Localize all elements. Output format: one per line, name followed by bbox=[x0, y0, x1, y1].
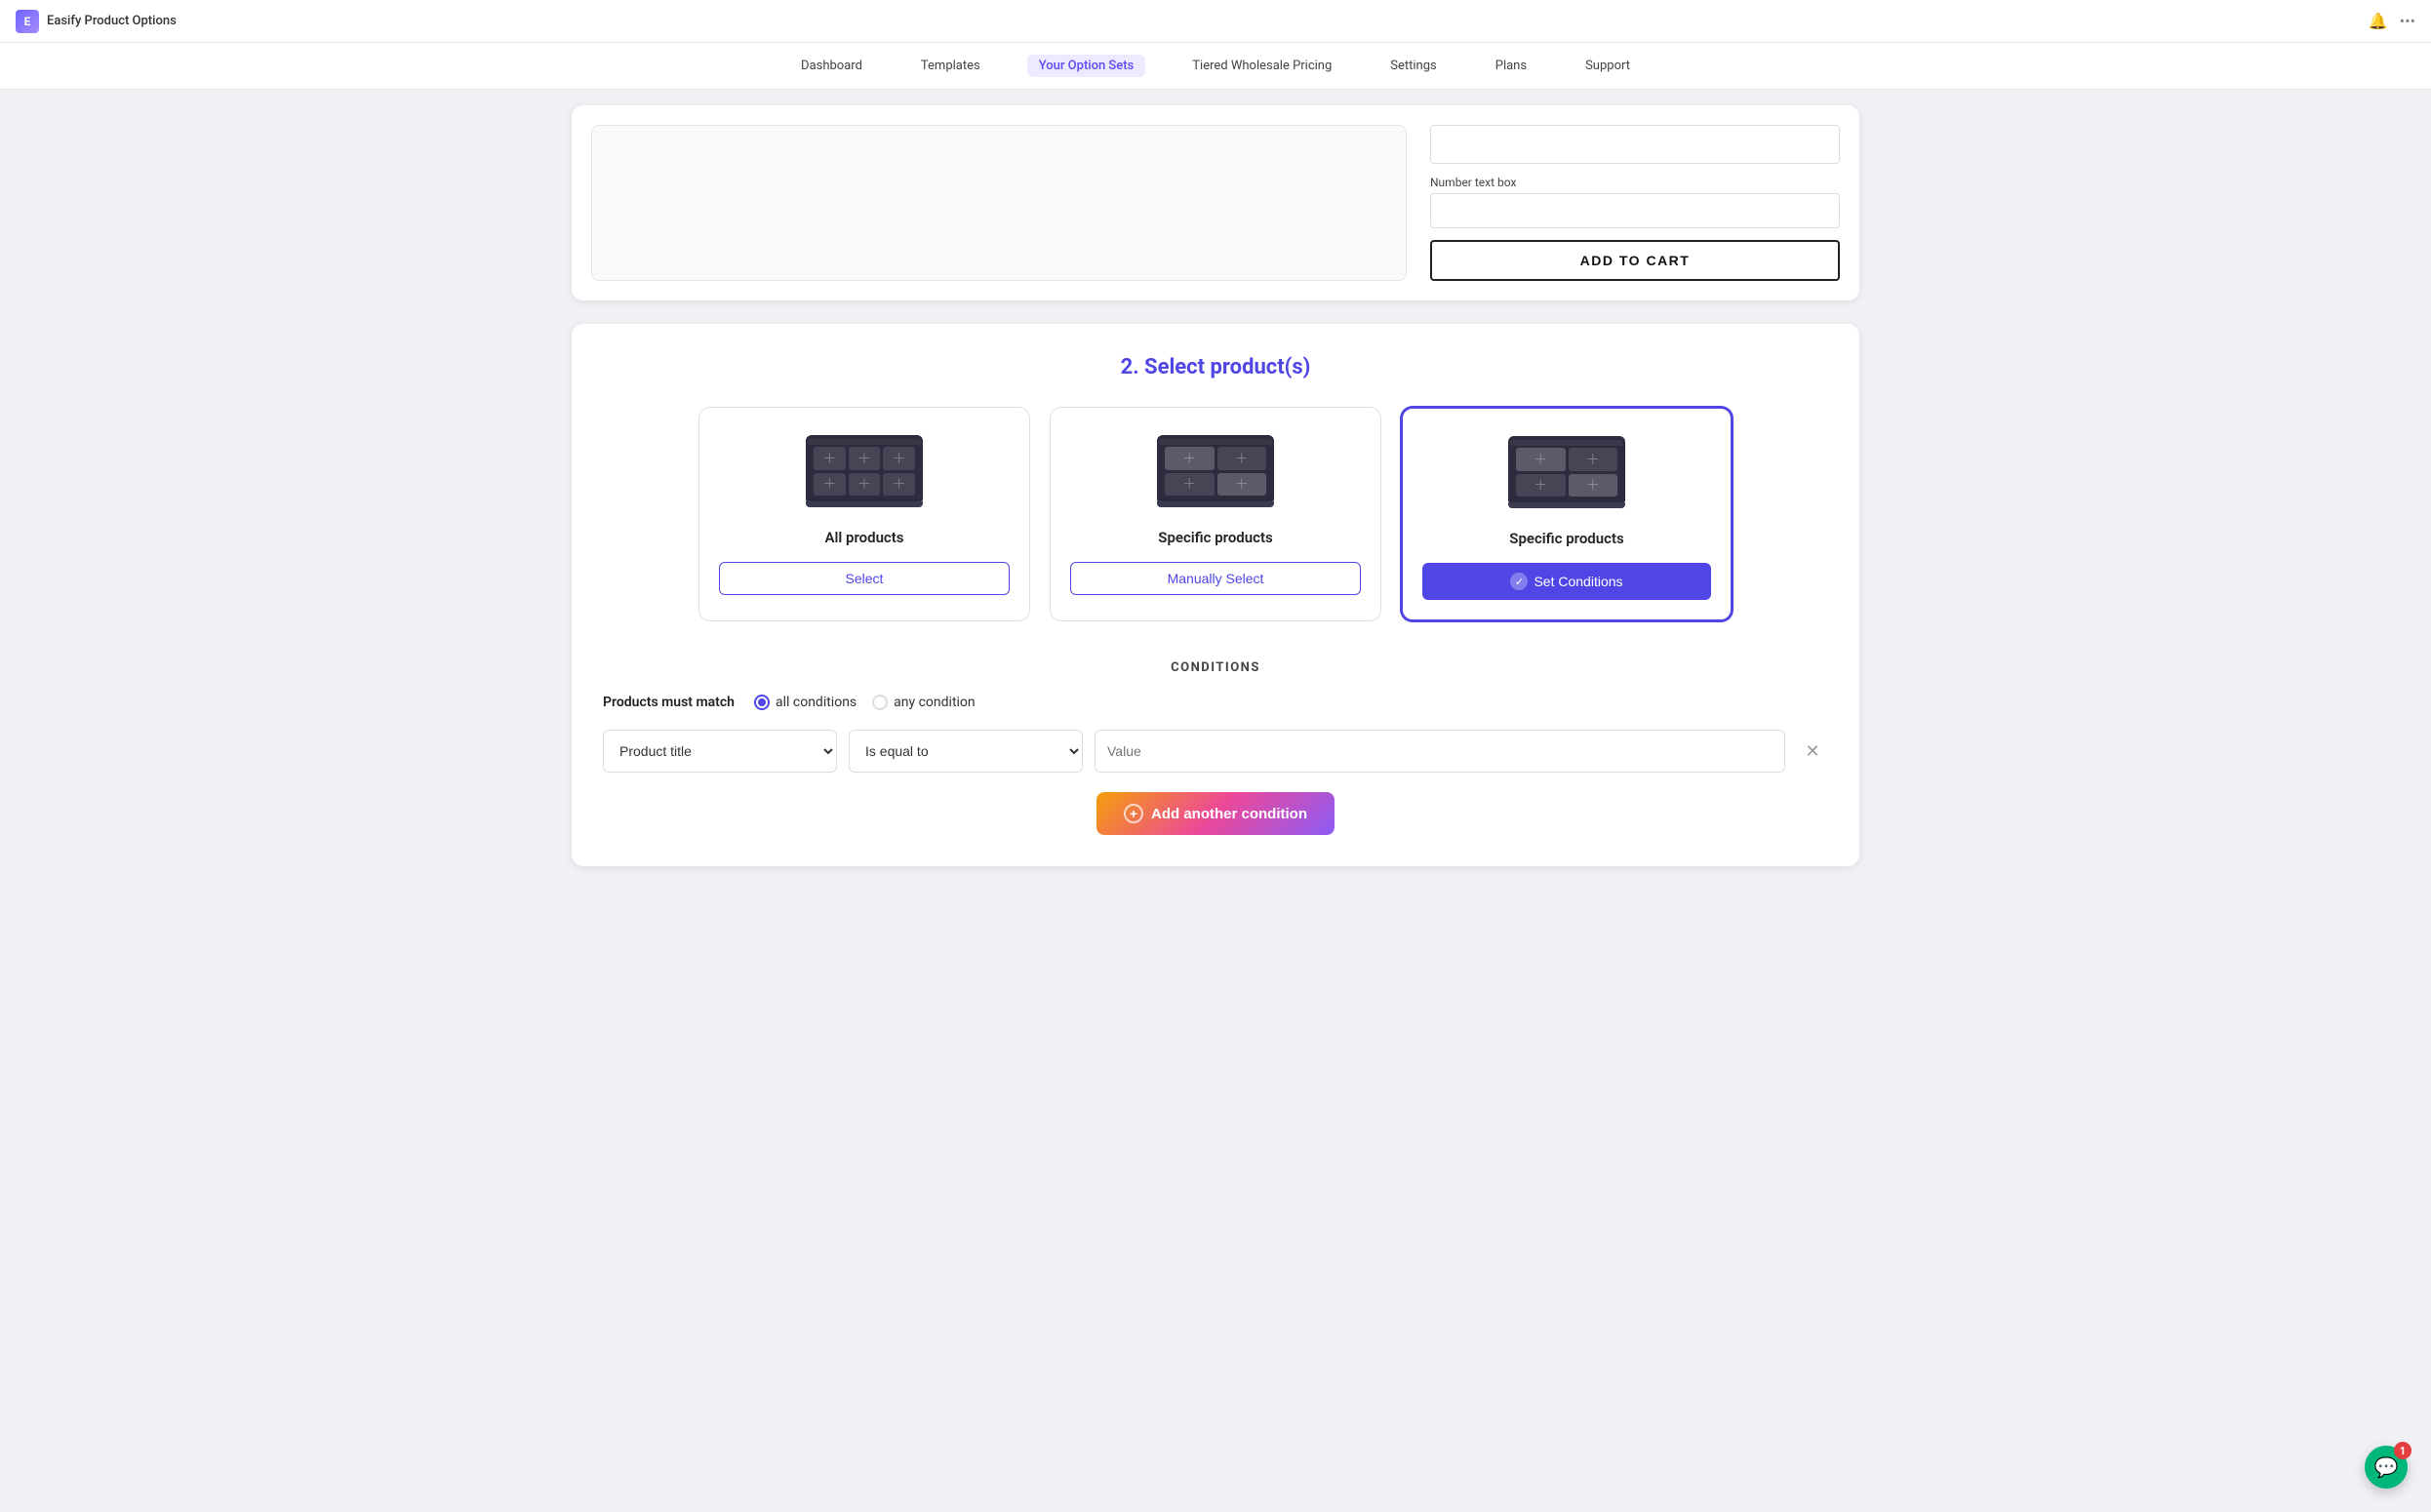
specific-conditions-label: Specific products bbox=[1509, 530, 1623, 547]
grid-cell: ＋ bbox=[849, 447, 881, 470]
radio-dot-any bbox=[872, 695, 888, 710]
nav-item-support[interactable]: Support bbox=[1574, 55, 1642, 77]
grid-cell: ＋ bbox=[1217, 473, 1267, 497]
nav-item-plans[interactable]: Plans bbox=[1484, 55, 1538, 77]
nav-item-tiered-pricing[interactable]: Tiered Wholesale Pricing bbox=[1180, 55, 1343, 77]
all-products-label: All products bbox=[824, 529, 903, 546]
all-products-illustration: ＋ ＋ ＋ ＋ ＋ ＋ bbox=[806, 435, 923, 513]
grid-cell: ＋ bbox=[814, 447, 846, 470]
condition-value-input[interactable] bbox=[1095, 730, 1785, 773]
match-label: Products must match bbox=[603, 695, 735, 710]
condition-operator-select[interactable]: Is equal to Is not equal to Contains Doe… bbox=[849, 730, 1083, 773]
grid-cell: ＋ bbox=[1217, 447, 1267, 470]
grid-cell: ＋ bbox=[1569, 448, 1618, 471]
manually-select-button[interactable]: Manually Select bbox=[1070, 562, 1361, 595]
conditions-header: CONDITIONS bbox=[603, 660, 1828, 675]
notification-icon[interactable]: 🔔 bbox=[2369, 12, 2388, 30]
nav-item-dashboard[interactable]: Dashboard bbox=[789, 55, 874, 77]
grid-cell: ＋ bbox=[883, 447, 915, 470]
grid-cell: ＋ bbox=[1569, 474, 1618, 497]
top-bar: E Easify Product Options 🔔 ••• bbox=[0, 0, 2431, 43]
app-icon: E bbox=[16, 10, 39, 33]
radio-group: all conditions any condition bbox=[754, 695, 976, 710]
chat-bubble[interactable]: 💬 1 bbox=[2365, 1446, 2408, 1489]
conditions-section: CONDITIONS Products must match all condi… bbox=[603, 660, 1828, 835]
preview-options: Number text box ADD TO CART bbox=[1430, 125, 1840, 281]
number-text-box-input[interactable] bbox=[1430, 193, 1840, 228]
app-branding: E Easify Product Options bbox=[16, 10, 177, 33]
set-conditions-button[interactable]: ✓ Set Conditions bbox=[1422, 563, 1711, 600]
nav-item-settings[interactable]: Settings bbox=[1378, 55, 1448, 77]
section-2-title: 2. Select product(s) bbox=[603, 355, 1828, 379]
specific-products-label: Specific products bbox=[1158, 529, 1272, 546]
laptop-base bbox=[1508, 502, 1625, 508]
app-title: Easify Product Options bbox=[47, 14, 177, 28]
preview-card: Number text box ADD TO CART bbox=[572, 105, 1859, 300]
main-nav: Dashboard Templates Your Option Sets Tie… bbox=[0, 43, 2431, 90]
chat-badge: 1 bbox=[2394, 1442, 2411, 1459]
grid-cell: ＋ bbox=[1516, 448, 1566, 471]
product-selection-options: ＋ ＋ ＋ ＋ ＋ ＋ All products Select bbox=[603, 407, 1828, 621]
radio-all-conditions[interactable]: all conditions bbox=[754, 695, 857, 710]
top-bar-actions: 🔔 ••• bbox=[2369, 12, 2415, 30]
nav-item-templates[interactable]: Templates bbox=[909, 55, 992, 77]
add-to-cart-button[interactable]: ADD TO CART bbox=[1430, 240, 1840, 281]
condition-row: Product title Product type Product tag V… bbox=[603, 730, 1828, 773]
specific-products-illustration: ＋ ＋ ＋ ＋ bbox=[1157, 435, 1274, 513]
all-products-select-button[interactable]: Select bbox=[719, 562, 1010, 595]
select-products-card: 2. Select product(s) ＋ ＋ ＋ ＋ ＋ ＋ bbox=[572, 324, 1859, 866]
remove-condition-button[interactable]: ✕ bbox=[1797, 736, 1828, 767]
add-icon: + bbox=[1124, 804, 1143, 823]
grid-cell: ＋ bbox=[1516, 474, 1566, 497]
radio-any-condition[interactable]: any condition bbox=[872, 695, 976, 710]
selection-card-specific-manual: ＋ ＋ ＋ ＋ Specific products Manually Selec… bbox=[1050, 407, 1381, 621]
more-options-icon[interactable]: ••• bbox=[2400, 12, 2415, 30]
products-must-match-row: Products must match all conditions any c… bbox=[603, 695, 1828, 710]
selection-card-all-products: ＋ ＋ ＋ ＋ ＋ ＋ All products Select bbox=[698, 407, 1030, 621]
laptop-base bbox=[1157, 501, 1274, 507]
preview-textarea[interactable] bbox=[1430, 125, 1840, 164]
grid-cell: ＋ bbox=[849, 473, 881, 497]
check-icon: ✓ bbox=[1510, 573, 1528, 590]
condition-field-select[interactable]: Product title Product type Product tag V… bbox=[603, 730, 837, 773]
nav-item-option-sets[interactable]: Your Option Sets bbox=[1027, 55, 1146, 77]
selection-card-conditions: ＋ ＋ ＋ ＋ Specific products ✓ Set Conditio… bbox=[1401, 407, 1733, 621]
add-condition-button[interactable]: + Add another condition bbox=[1096, 792, 1335, 835]
grid-cell: ＋ bbox=[1165, 473, 1215, 497]
grid-cell: ＋ bbox=[1165, 447, 1215, 470]
grid-cell: ＋ bbox=[883, 473, 915, 497]
laptop-base bbox=[806, 501, 923, 507]
radio-dot-all bbox=[754, 695, 770, 710]
grid-cell: ＋ bbox=[814, 473, 846, 497]
page-content: Number text box ADD TO CART 2. Select pr… bbox=[533, 105, 1898, 905]
number-text-box-label: Number text box bbox=[1430, 176, 1840, 189]
preview-product-image bbox=[591, 125, 1407, 281]
conditions-illustration: ＋ ＋ ＋ ＋ bbox=[1508, 436, 1625, 514]
